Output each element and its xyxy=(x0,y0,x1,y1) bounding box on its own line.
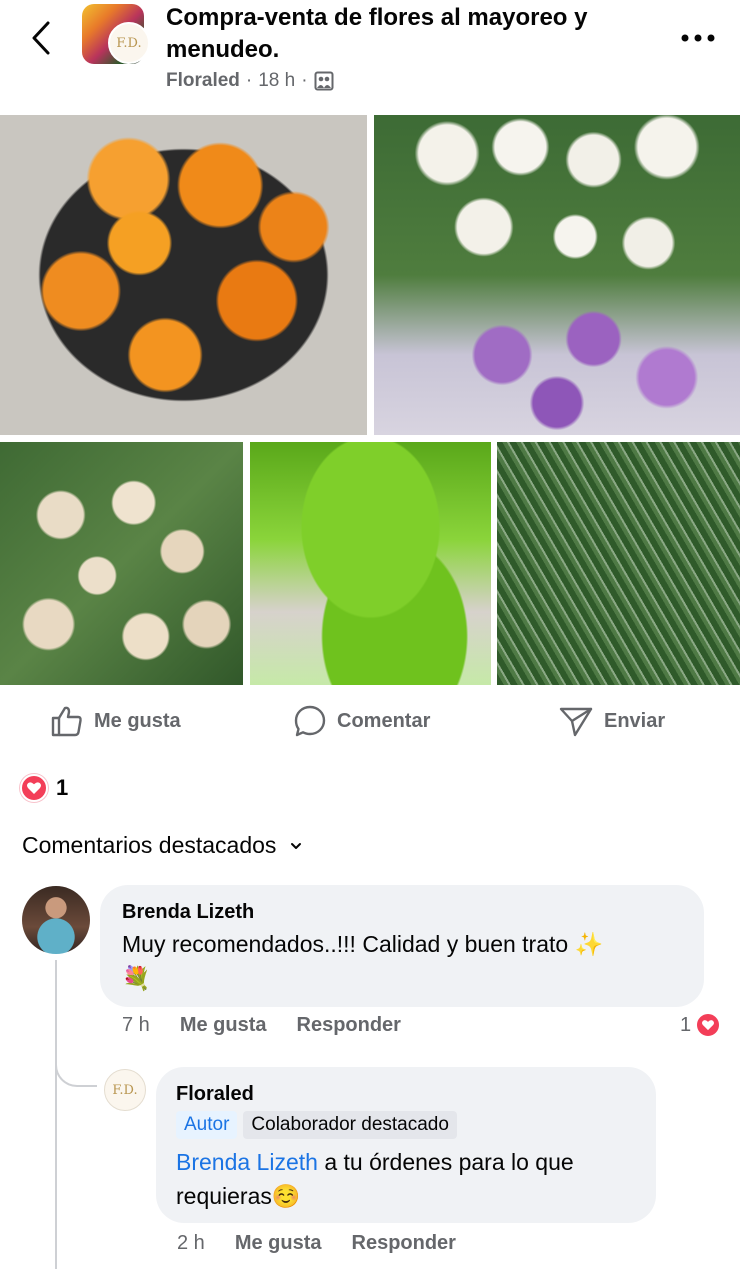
like-label: Me gusta xyxy=(94,709,181,732)
thread-connector xyxy=(55,1045,97,1087)
comment-button[interactable]: Comentar xyxy=(293,696,430,746)
page-logo: F.D. xyxy=(108,22,150,64)
meta-separator: · xyxy=(245,70,253,91)
reply-author[interactable]: Floraled xyxy=(176,1081,636,1107)
reply-reply-button[interactable]: Responder xyxy=(352,1232,456,1255)
avatar[interactable] xyxy=(22,886,90,954)
send-label: Enviar xyxy=(604,709,666,732)
post-author[interactable]: Floraled xyxy=(166,70,240,92)
meta-separator: · xyxy=(301,70,308,91)
group-privacy-icon xyxy=(314,71,334,91)
post-meta: Floraled · 18 h · xyxy=(166,70,334,92)
post-header: F.D. Compra-venta de flores al mayoreo y… xyxy=(0,0,740,112)
mention-link[interactable]: Brenda Lizeth xyxy=(176,1149,318,1175)
post-actions-bar: Me gusta Comentar Enviar xyxy=(0,696,740,746)
reply-bubble[interactable]: Floraled Autor Colaborador destacado Bre… xyxy=(156,1067,656,1223)
reply-meta: 2 h Me gusta Responder xyxy=(177,1232,456,1255)
chevron-down-icon xyxy=(291,842,302,849)
love-reaction-icon xyxy=(695,1012,722,1038)
comment-time[interactable]: 7 h xyxy=(122,1014,150,1037)
comment-meta: 7 h Me gusta Responder xyxy=(122,1014,401,1037)
reaction-count: 1 xyxy=(56,775,69,800)
post-photo-4[interactable] xyxy=(250,442,491,685)
comment-reaction-count: 1 xyxy=(680,1013,692,1036)
reactions-summary[interactable]: 1 xyxy=(20,774,68,802)
comments-filter-label: Comentarios destacados xyxy=(22,832,277,858)
comment-like-button[interactable]: Me gusta xyxy=(180,1014,267,1037)
top-contributor-badge: Colaborador destacado xyxy=(243,1111,457,1139)
chevron-left-icon xyxy=(32,21,50,55)
reply-time[interactable]: 2 h xyxy=(177,1232,205,1255)
post-title[interactable]: Compra-venta de flores al mayoreo y menu… xyxy=(166,2,656,66)
post-photo-1[interactable] xyxy=(0,115,367,435)
smiling-emoji-icon: ☺️ xyxy=(271,1183,301,1209)
comment-text: Muy recomendados..!!! Calidad y buen tra… xyxy=(122,931,604,991)
comments-filter-dropdown[interactable]: Comentarios destacados xyxy=(22,832,302,859)
comment-author[interactable]: Brenda Lizeth xyxy=(122,899,682,925)
thumbs-up-icon xyxy=(51,706,82,737)
comment-reactions[interactable]: 1 xyxy=(680,1012,722,1038)
more-options-button[interactable] xyxy=(678,24,718,52)
send-icon xyxy=(559,707,593,737)
author-badge: Autor xyxy=(176,1111,238,1139)
post-photo-3[interactable] xyxy=(0,442,243,685)
bouquet-emoji-icon: 💐 xyxy=(122,965,151,991)
reply-like-button[interactable]: Me gusta xyxy=(235,1232,322,1255)
reply-text: Brenda Lizeth a tu órdenes para lo que r… xyxy=(176,1149,574,1209)
post-time[interactable]: 18 h xyxy=(258,70,295,92)
comment-bubble[interactable]: Brenda Lizeth Muy recomendados..!!! Cali… xyxy=(100,885,704,1007)
send-button[interactable]: Enviar xyxy=(558,696,665,746)
avatar[interactable]: F.D. xyxy=(104,1069,146,1111)
group-avatar[interactable]: F.D. xyxy=(82,4,150,66)
post-photo-2[interactable] xyxy=(374,115,740,435)
like-button[interactable]: Me gusta xyxy=(50,696,181,746)
love-reaction-icon xyxy=(20,774,48,802)
comment-label: Comentar xyxy=(337,709,431,732)
author-badges: Autor Colaborador destacado xyxy=(176,1111,636,1139)
comment-reply-button[interactable]: Responder xyxy=(297,1014,401,1037)
thread-line xyxy=(55,960,57,1269)
comment-bubble-icon xyxy=(294,705,326,737)
more-dots-icon xyxy=(681,34,715,42)
post-photo-5[interactable] xyxy=(497,442,740,685)
back-button[interactable] xyxy=(26,18,56,58)
